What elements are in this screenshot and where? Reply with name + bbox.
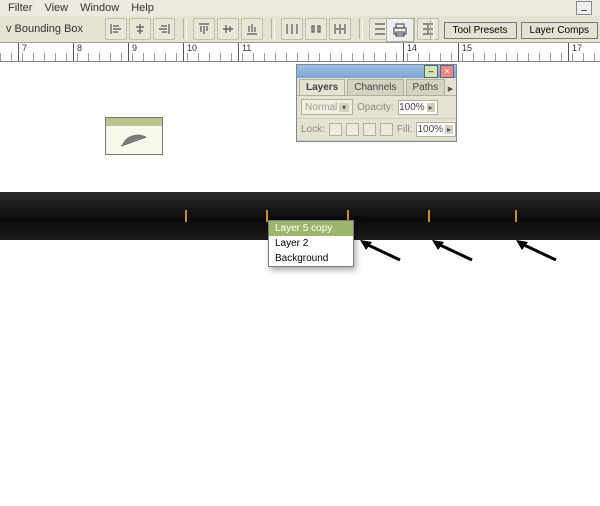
window-minimize-button[interactable]: – xyxy=(576,1,592,15)
context-menu-item[interactable]: Background xyxy=(269,251,353,266)
canvas-area: Layer 5 copy Layer 2 Background – × Laye… xyxy=(0,62,600,506)
lock-fill-row: Lock: Fill: 100%▸ xyxy=(297,119,456,141)
align-right-icon[interactable] xyxy=(153,18,175,40)
strip-notch xyxy=(428,210,430,222)
layer-context-menu: Layer 5 copy Layer 2 Background xyxy=(268,220,354,267)
opacity-label: Opacity: xyxy=(357,102,394,113)
ruler-tick: 7 xyxy=(18,43,19,61)
layers-panel: – × Layers Channels Paths ▸ Normal▾ Opac… xyxy=(296,64,457,142)
menu-filter[interactable]: Filter xyxy=(8,2,32,14)
ruler-tick: 10 xyxy=(183,43,184,61)
menu-bar: Filter View Window Help – xyxy=(0,0,600,16)
panel-close-button[interactable]: × xyxy=(440,65,454,78)
blend-mode-select[interactable]: Normal▾ xyxy=(301,99,353,115)
menu-window[interactable]: Window xyxy=(80,2,119,14)
panel-titlebar[interactable]: – × xyxy=(297,65,456,78)
feather-icon xyxy=(119,131,149,149)
menu-help[interactable]: Help xyxy=(131,2,154,14)
annotation-arrow-icon xyxy=(516,240,558,262)
separator xyxy=(430,20,434,40)
ruler-tick: 8 xyxy=(73,43,74,61)
layer-thumbnail[interactable] xyxy=(105,117,163,155)
tool-presets-tab[interactable]: Tool Presets xyxy=(444,22,517,39)
tab-layers[interactable]: Layers xyxy=(299,79,345,95)
menu-view[interactable]: View xyxy=(44,2,68,14)
distribute-right-icon[interactable] xyxy=(329,18,351,40)
print-icon[interactable] xyxy=(386,18,414,42)
strip-notch xyxy=(515,210,517,222)
ruler-tick: 14 xyxy=(403,43,404,61)
separator xyxy=(271,19,275,39)
strip-notch xyxy=(185,210,187,222)
lock-all-icon[interactable] xyxy=(380,123,393,136)
align-middle-v-icon[interactable] xyxy=(217,18,239,40)
lock-pixels-icon[interactable] xyxy=(346,123,359,136)
horizontal-ruler: 7 8 9 10 11 14 15 17 xyxy=(0,43,600,62)
ruler-tick: 15 xyxy=(458,43,459,61)
ruler-tick: 17 xyxy=(568,43,569,61)
fill-field[interactable]: 100%▸ xyxy=(416,122,456,137)
opacity-field[interactable]: 100%▸ xyxy=(398,100,438,115)
ruler-tick: 9 xyxy=(128,43,129,61)
align-left-icon[interactable] xyxy=(105,18,127,40)
panel-minimize-button[interactable]: – xyxy=(424,65,438,78)
panel-tabs: Layers Channels Paths ▸ xyxy=(297,78,456,96)
context-menu-item[interactable]: Layer 2 xyxy=(269,236,353,251)
bounding-box-label: v Bounding Box xyxy=(6,23,83,35)
layer-comps-tab[interactable]: Layer Comps xyxy=(521,22,598,39)
options-bar: v Bounding Box Tool Presets Layer Comps xyxy=(0,16,600,43)
tab-channels[interactable]: Channels xyxy=(347,79,403,95)
align-bottom-icon[interactable] xyxy=(241,18,263,40)
ruler-tick: 11 xyxy=(238,43,239,61)
fill-label: Fill: xyxy=(397,124,413,135)
distribute-left-icon[interactable] xyxy=(281,18,303,40)
distribute-center-h-icon[interactable] xyxy=(305,18,327,40)
separator xyxy=(183,19,187,39)
annotation-arrow-icon xyxy=(360,240,402,262)
lock-position-icon[interactable] xyxy=(363,123,376,136)
lock-label: Lock: xyxy=(301,124,325,135)
align-top-icon[interactable] xyxy=(193,18,215,40)
blend-opacity-row: Normal▾ Opacity: 100%▸ xyxy=(297,96,456,119)
panel-menu-icon[interactable]: ▸ xyxy=(445,82,456,95)
tab-paths[interactable]: Paths xyxy=(406,79,446,95)
separator xyxy=(359,19,363,39)
context-menu-item[interactable]: Layer 5 copy xyxy=(269,221,353,236)
align-center-h-icon[interactable] xyxy=(129,18,151,40)
lock-transparency-icon[interactable] xyxy=(329,123,342,136)
annotation-arrow-icon xyxy=(432,240,474,262)
